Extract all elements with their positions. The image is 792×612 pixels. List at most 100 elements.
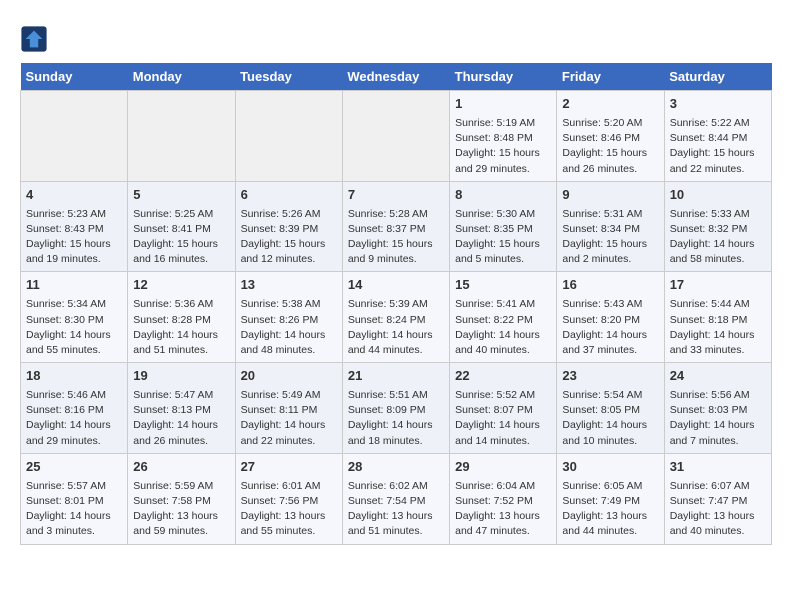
day-info: Sunrise: 5:57 AM — [26, 479, 122, 494]
day-info: Sunset: 7:47 PM — [670, 494, 766, 509]
day-info: and 26 minutes. — [133, 434, 229, 449]
day-info: Sunset: 8:16 PM — [26, 403, 122, 418]
day-info: Sunset: 8:30 PM — [26, 313, 122, 328]
calendar-cell: 21Sunrise: 5:51 AMSunset: 8:09 PMDayligh… — [342, 363, 449, 454]
day-info: and 2 minutes. — [562, 252, 658, 267]
calendar-cell: 24Sunrise: 5:56 AMSunset: 8:03 PMDayligh… — [664, 363, 771, 454]
day-info: Sunset: 8:39 PM — [241, 222, 337, 237]
day-number: 4 — [26, 186, 122, 205]
day-info: Sunrise: 5:52 AM — [455, 388, 551, 403]
day-info: Sunset: 8:13 PM — [133, 403, 229, 418]
day-info: and 9 minutes. — [348, 252, 444, 267]
day-info: Sunrise: 5:43 AM — [562, 297, 658, 312]
day-info: and 51 minutes. — [133, 343, 229, 358]
day-number: 8 — [455, 186, 551, 205]
day-info: and 59 minutes. — [133, 524, 229, 539]
day-info: Sunrise: 5:49 AM — [241, 388, 337, 403]
day-info: and 18 minutes. — [348, 434, 444, 449]
day-number: 11 — [26, 276, 122, 295]
day-number: 28 — [348, 458, 444, 477]
calendar-cell: 4Sunrise: 5:23 AMSunset: 8:43 PMDaylight… — [21, 181, 128, 272]
day-number: 18 — [26, 367, 122, 386]
calendar-cell: 1Sunrise: 5:19 AMSunset: 8:48 PMDaylight… — [450, 91, 557, 182]
calendar-cell: 3Sunrise: 5:22 AMSunset: 8:44 PMDaylight… — [664, 91, 771, 182]
day-info: Daylight: 14 hours — [241, 418, 337, 433]
day-number: 22 — [455, 367, 551, 386]
day-number: 23 — [562, 367, 658, 386]
day-info: Sunrise: 5:19 AM — [455, 116, 551, 131]
calendar-cell: 26Sunrise: 5:59 AMSunset: 7:58 PMDayligh… — [128, 453, 235, 544]
day-info: Daylight: 14 hours — [670, 418, 766, 433]
day-info: Sunset: 8:46 PM — [562, 131, 658, 146]
calendar-cell: 12Sunrise: 5:36 AMSunset: 8:28 PMDayligh… — [128, 272, 235, 363]
day-info: Sunrise: 5:47 AM — [133, 388, 229, 403]
calendar-cell: 19Sunrise: 5:47 AMSunset: 8:13 PMDayligh… — [128, 363, 235, 454]
day-number: 7 — [348, 186, 444, 205]
day-info: and 33 minutes. — [670, 343, 766, 358]
calendar-cell: 30Sunrise: 6:05 AMSunset: 7:49 PMDayligh… — [557, 453, 664, 544]
day-info: Sunset: 8:41 PM — [133, 222, 229, 237]
day-info: Sunrise: 5:38 AM — [241, 297, 337, 312]
day-info: and 51 minutes. — [348, 524, 444, 539]
day-info: Sunrise: 5:56 AM — [670, 388, 766, 403]
day-info: Daylight: 14 hours — [562, 328, 658, 343]
day-info: Sunrise: 6:01 AM — [241, 479, 337, 494]
day-info: and 47 minutes. — [455, 524, 551, 539]
calendar-cell: 29Sunrise: 6:04 AMSunset: 7:52 PMDayligh… — [450, 453, 557, 544]
day-number: 25 — [26, 458, 122, 477]
calendar-cell — [235, 91, 342, 182]
day-info: Sunrise: 5:26 AM — [241, 207, 337, 222]
calendar-cell: 20Sunrise: 5:49 AMSunset: 8:11 PMDayligh… — [235, 363, 342, 454]
day-info: Sunrise: 6:02 AM — [348, 479, 444, 494]
day-info: Daylight: 13 hours — [562, 509, 658, 524]
day-number: 6 — [241, 186, 337, 205]
day-info: Daylight: 14 hours — [26, 328, 122, 343]
day-info: Daylight: 14 hours — [562, 418, 658, 433]
calendar-cell: 13Sunrise: 5:38 AMSunset: 8:26 PMDayligh… — [235, 272, 342, 363]
day-number: 19 — [133, 367, 229, 386]
day-info: and 7 minutes. — [670, 434, 766, 449]
day-info: Sunrise: 6:05 AM — [562, 479, 658, 494]
day-info: Sunset: 7:56 PM — [241, 494, 337, 509]
day-number: 31 — [670, 458, 766, 477]
day-info: Daylight: 15 hours — [670, 146, 766, 161]
calendar-cell: 31Sunrise: 6:07 AMSunset: 7:47 PMDayligh… — [664, 453, 771, 544]
day-info: Sunset: 8:26 PM — [241, 313, 337, 328]
day-info: and 3 minutes. — [26, 524, 122, 539]
day-info: and 10 minutes. — [562, 434, 658, 449]
calendar-week-row: 1 Sunrise: 5:19 AMSunset: 8:48 PM Daylight… — [21, 91, 772, 182]
day-number: 14 — [348, 276, 444, 295]
day-info: Daylight: 14 hours — [26, 509, 122, 524]
page-header — [20, 20, 772, 53]
calendar-cell: 8Sunrise: 5:30 AMSunset: 8:35 PMDaylight… — [450, 181, 557, 272]
day-info: Sunset: 8:18 PM — [670, 313, 766, 328]
calendar-cell: 17Sunrise: 5:44 AMSunset: 8:18 PMDayligh… — [664, 272, 771, 363]
day-info: Sunrise: 5:30 AM — [455, 207, 551, 222]
day-info: Daylight: 15 hours — [562, 237, 658, 252]
day-number: 27 — [241, 458, 337, 477]
weekday-header: Monday — [128, 63, 235, 91]
day-info: Daylight: 15 hours — [562, 146, 658, 161]
day-info: Daylight: 13 hours — [348, 509, 444, 524]
calendar-cell: 5Sunrise: 5:25 AMSunset: 8:41 PMDaylight… — [128, 181, 235, 272]
day-info: Sunset: 7:49 PM — [562, 494, 658, 509]
day-info: Sunset: 8:28 PM — [133, 313, 229, 328]
day-info: Sunset: 8:22 PM — [455, 313, 551, 328]
day-number: 15 — [455, 276, 551, 295]
weekday-header-row: SundayMondayTuesdayWednesdayThursdayFrid… — [21, 63, 772, 91]
logo — [20, 25, 52, 53]
day-info: Sunrise: 5:23 AM — [26, 207, 122, 222]
calendar-cell — [21, 91, 128, 182]
calendar-table: SundayMondayTuesdayWednesdayThursdayFrid… — [20, 63, 772, 545]
day-number: 29 — [455, 458, 551, 477]
day-info: and 26 minutes. — [562, 162, 658, 177]
day-info: Daylight: 15 hours — [241, 237, 337, 252]
day-number: 16 — [562, 276, 658, 295]
day-info: Daylight: 15 hours — [455, 237, 551, 252]
day-info: Sunset: 8:48 PM — [455, 131, 551, 146]
calendar-cell: 10Sunrise: 5:33 AMSunset: 8:32 PMDayligh… — [664, 181, 771, 272]
day-number: 1 — [455, 95, 551, 114]
day-info: Sunrise: 5:46 AM — [26, 388, 122, 403]
day-info: Sunrise: 5:20 AM — [562, 116, 658, 131]
day-info: Sunset: 8:24 PM — [348, 313, 444, 328]
